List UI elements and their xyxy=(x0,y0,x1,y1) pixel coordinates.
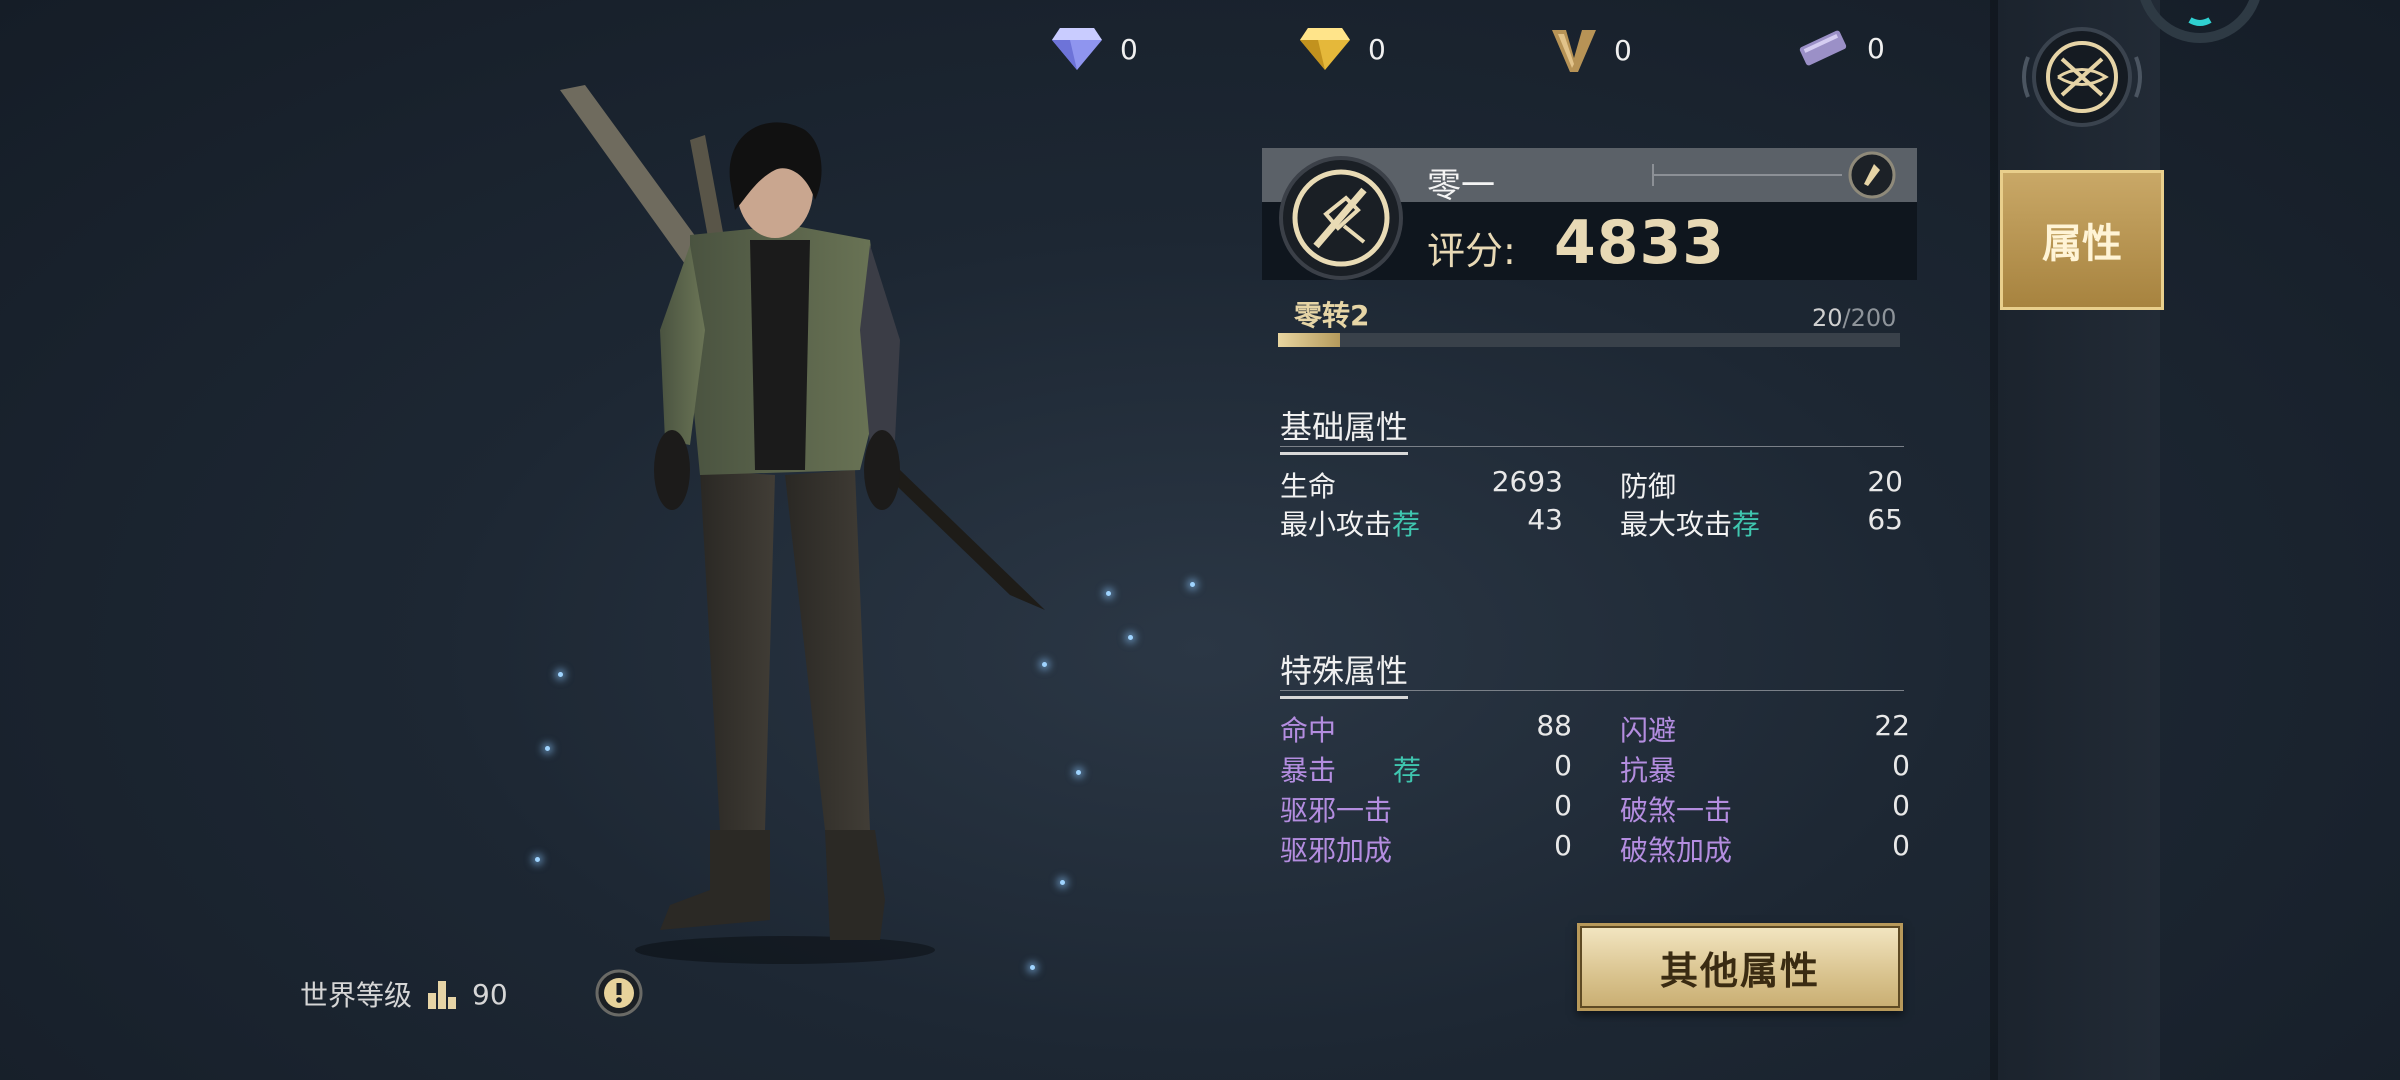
character-name: 零一 xyxy=(1427,166,1495,206)
gold-diamond-icon xyxy=(1300,28,1350,70)
stat-hp-value: 2693 xyxy=(1491,465,1563,498)
world-level-value: 90 xyxy=(472,977,508,1011)
stat-defense-value: 20 xyxy=(1867,465,1903,498)
progress-bar xyxy=(1278,333,1900,347)
score-value: 4833 xyxy=(1554,208,1725,278)
stat-exorcise-strike-value: 0 xyxy=(1554,789,1572,822)
stat-break-evil-bonus-label: 破煞加成 xyxy=(1620,834,1733,867)
edit-name-pen-icon[interactable] xyxy=(1840,150,1904,200)
character-model xyxy=(560,85,1045,964)
stat-break-evil-strike-label: 破煞一击 xyxy=(1620,794,1733,827)
stat-exorcise-bonus-value: 0 xyxy=(1554,829,1572,862)
stat-min-attack-text: 最小攻击 xyxy=(1280,508,1393,541)
tab-attributes[interactable]: 属性 xyxy=(2000,170,2164,310)
side-tab-rail xyxy=(1998,0,2160,1080)
close-crossed-blades-icon[interactable] xyxy=(2018,22,2146,132)
stat-crit-resist-value: 0 xyxy=(1892,749,1910,782)
stat-accuracy-value: 88 xyxy=(1536,709,1572,742)
stat-min-attack-value: 43 xyxy=(1527,503,1563,536)
stat-exorcise-bonus-label: 驱邪加成 xyxy=(1280,834,1393,867)
stat-crit-resist-label: 抗暴 xyxy=(1620,754,1677,787)
progress-current: 20 xyxy=(1812,304,1843,332)
recommend-tag: 荐 xyxy=(1393,754,1422,787)
score-label: 评分: xyxy=(1427,229,1516,273)
currency-value: 0 xyxy=(1614,33,1632,67)
stat-defense-label: 防御 xyxy=(1620,470,1677,503)
bar-chart-icon xyxy=(428,981,457,1009)
blue-diamond-icon xyxy=(1052,28,1102,70)
stat-crit-label: 暴击 xyxy=(1280,754,1337,787)
progress-text: 20/200 xyxy=(1812,304,1896,332)
stat-max-attack-text: 最大攻击 xyxy=(1620,508,1733,541)
stat-crit-value: 0 xyxy=(1554,749,1572,782)
progress-bar-fill xyxy=(1278,333,1341,347)
stat-max-attack-label: 最大攻击荐 xyxy=(1620,503,1760,543)
rebirth-stage: 零转2 xyxy=(1294,299,1370,332)
currency-value: 0 xyxy=(1368,32,1386,66)
basic-attributes-title: 基础属性 xyxy=(1280,402,1409,455)
currency-ticket[interactable]: 0 xyxy=(1795,26,1885,70)
progress-max: /200 xyxy=(1842,304,1897,332)
stat-dodge-value: 22 xyxy=(1874,709,1910,742)
special-attributes-title: 特殊属性 xyxy=(1280,646,1409,699)
v-emblem-icon xyxy=(1552,30,1596,72)
currency-value: 0 xyxy=(1120,32,1138,66)
currency-value: 0 xyxy=(1867,31,1885,65)
recommend-tag: 荐 xyxy=(1732,508,1761,541)
tab-attributes-label: 属性 xyxy=(2042,220,2122,267)
stat-exorcise-strike-label: 驱邪一击 xyxy=(1280,794,1393,827)
class-emblem-icon xyxy=(1279,156,1403,280)
info-alert-icon[interactable] xyxy=(594,968,644,1018)
stat-break-evil-strike-value: 0 xyxy=(1892,789,1910,822)
ticket-icon xyxy=(1799,30,1847,66)
world-level: 世界等级 90 xyxy=(300,974,508,1014)
recommend-tag: 荐 xyxy=(1392,508,1421,541)
profile-card: 零一 评分: 4833 xyxy=(1262,148,1917,280)
stat-min-attack-label: 最小攻击荐 xyxy=(1280,503,1420,543)
stat-accuracy-label: 命中 xyxy=(1280,714,1337,747)
currency-blue-diamond[interactable]: 0 xyxy=(1050,26,1138,72)
stat-dodge-label: 闪避 xyxy=(1620,714,1677,747)
stat-break-evil-bonus-value: 0 xyxy=(1892,829,1910,862)
stat-hp-label: 生命 xyxy=(1280,470,1337,503)
top-corner-ring-icon xyxy=(2140,0,2260,43)
stat-max-attack-value: 65 xyxy=(1867,503,1903,536)
currency-gold-diamond[interactable]: 0 xyxy=(1298,26,1386,72)
other-attributes-button[interactable]: 其他属性 xyxy=(1577,923,1903,1011)
other-attributes-label: 其他属性 xyxy=(1659,947,1820,993)
world-level-label: 世界等级 xyxy=(300,979,413,1012)
currency-v-emblem[interactable]: 0 xyxy=(1550,26,1632,74)
